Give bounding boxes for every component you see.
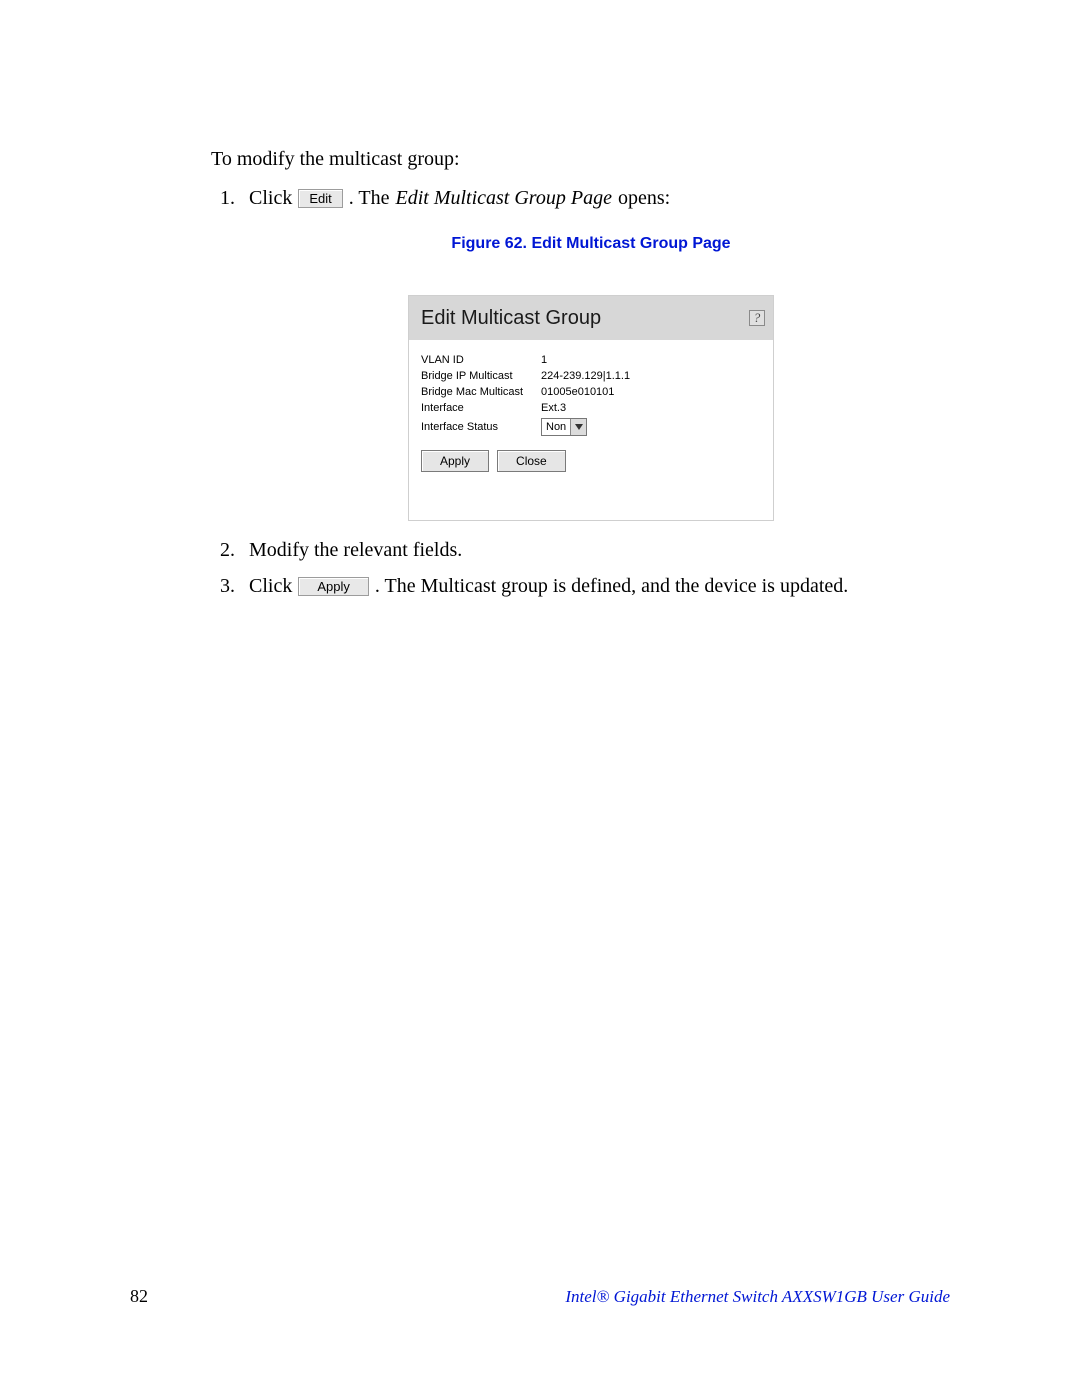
field-interface: Interface Ext.3 bbox=[421, 402, 761, 414]
step-number: 3. bbox=[211, 571, 249, 601]
page-number: 82 bbox=[130, 1286, 148, 1307]
field-bridge-mac: Bridge Mac Multicast 01005e010101 bbox=[421, 386, 761, 398]
step3-prefix: Click bbox=[249, 571, 292, 601]
field-interface-status: Interface Status Non bbox=[421, 418, 761, 436]
apply-button[interactable]: Apply bbox=[421, 450, 489, 472]
dialog-titlebar: Edit Multicast Group ? bbox=[409, 296, 773, 340]
field-bridge-ip: Bridge IP Multicast 224-239.129|1.1.1 bbox=[421, 370, 761, 382]
step1-prefix: Click bbox=[249, 183, 292, 213]
field-vlan-id: VLAN ID 1 bbox=[421, 354, 761, 366]
step1-italic: Edit Multicast Group Page bbox=[395, 183, 611, 213]
value-bridge-mac: 01005e010101 bbox=[541, 386, 614, 398]
chevron-down-icon bbox=[570, 419, 586, 435]
help-icon[interactable]: ? bbox=[749, 310, 765, 326]
label-bridge-ip: Bridge IP Multicast bbox=[421, 370, 541, 382]
dialog-edit-multicast-group: Edit Multicast Group ? VLAN ID 1 Bridge … bbox=[408, 295, 774, 521]
interface-status-value: Non bbox=[542, 421, 570, 433]
step-1: 1. Click Edit . The Edit Multicast Group… bbox=[211, 183, 971, 213]
interface-status-select[interactable]: Non bbox=[541, 418, 587, 436]
step1-period: . The bbox=[349, 183, 390, 213]
step-2: 2. Modify the relevant fields. bbox=[211, 535, 971, 565]
apply-button-inline[interactable]: Apply bbox=[298, 577, 369, 596]
label-interface: Interface bbox=[421, 402, 541, 414]
step-3: 3. Click Apply . The Multicast group is … bbox=[211, 571, 971, 601]
intro-text: To modify the multicast group: bbox=[211, 146, 971, 173]
value-bridge-ip: 224-239.129|1.1.1 bbox=[541, 370, 630, 382]
figure-block: Figure 62. Edit Multicast Group Page Edi… bbox=[211, 235, 971, 521]
footer-title: Intel® Gigabit Ethernet Switch AXXSW1GB … bbox=[565, 1287, 950, 1307]
label-bridge-mac: Bridge Mac Multicast bbox=[421, 386, 541, 398]
step1-tail: opens: bbox=[618, 183, 670, 213]
page-footer: 82 Intel® Gigabit Ethernet Switch AXXSW1… bbox=[130, 1286, 950, 1307]
dialog-title: Edit Multicast Group bbox=[421, 307, 601, 330]
edit-button-inline[interactable]: Edit bbox=[298, 189, 342, 208]
close-button[interactable]: Close bbox=[497, 450, 566, 472]
step3-tail: . The Multicast group is defined, and th… bbox=[375, 571, 848, 601]
value-interface: Ext.3 bbox=[541, 402, 566, 414]
step-number: 2. bbox=[211, 535, 249, 565]
figure-caption: Figure 62. Edit Multicast Group Page bbox=[211, 235, 971, 253]
label-interface-status: Interface Status bbox=[421, 421, 541, 433]
value-vlan-id: 1 bbox=[541, 354, 547, 366]
label-vlan-id: VLAN ID bbox=[421, 354, 541, 366]
step2-text: Modify the relevant fields. bbox=[249, 535, 462, 565]
step-number: 1. bbox=[211, 183, 249, 213]
